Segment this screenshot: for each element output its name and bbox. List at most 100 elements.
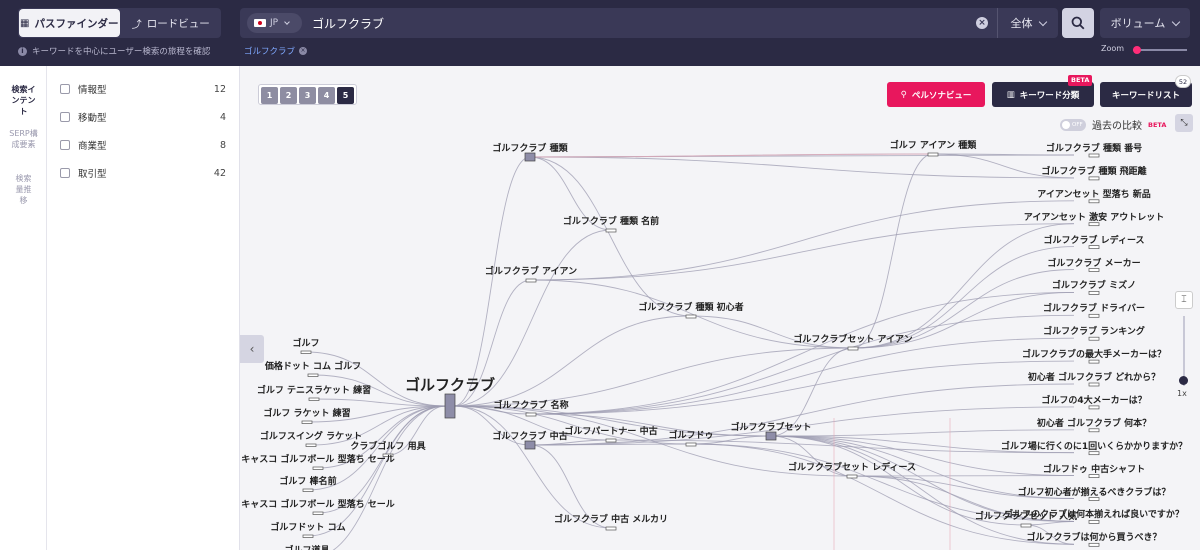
keyword-node-label[interactable]: ゴルフクラブ 中古 — [492, 429, 567, 442]
remove-tag-icon[interactable]: × — [299, 47, 308, 55]
keyword-node-label[interactable]: ゴルフクラブ ドライバー — [1043, 301, 1145, 314]
keyword-node-label[interactable]: ゴルフクラブ 名称 — [493, 398, 568, 411]
keyword-node-label[interactable]: アイアンセット 型落ち 新品 — [1037, 187, 1150, 200]
pathfinder-graph[interactable]: ゴルフクラブ ゴルフクラブ 種類 ゴルフクラブ 種類 名前 ゴルフクラブ アイアン ゴル… — [240, 66, 1200, 550]
keyword-node-label[interactable]: ゴルフクラブの最大手メーカーは？ — [1022, 347, 1166, 360]
keyword-node[interactable] — [302, 534, 314, 538]
keyword-node-label[interactable]: ゴルフクラブ 種類 飛距離 — [1041, 164, 1146, 177]
keyword-node-label[interactable]: ゴルフパートナー 中古 — [564, 424, 657, 437]
tab-pathfinder[interactable]: ▦ パスファインダー — [19, 9, 120, 37]
keyword-node-label[interactable]: ゴルフクラブセット レディース — [788, 460, 916, 473]
keyword-node[interactable] — [685, 442, 697, 447]
filter-navigational[interactable]: 移動型 4 — [60, 110, 226, 124]
keyword-node[interactable] — [1088, 268, 1100, 272]
keyword-node[interactable] — [1088, 497, 1100, 501]
keyword-node[interactable] — [1020, 523, 1032, 528]
checkbox[interactable] — [60, 168, 70, 178]
page-button[interactable]: 3 — [299, 87, 316, 104]
page-button[interactable]: 2 — [280, 87, 297, 104]
keyword-node-label[interactable]: ゴルフ ラケット 練習 — [263, 406, 350, 419]
keyword-node-label[interactable]: ゴルフのクラブは何本揃えれば良いですか？ — [1004, 507, 1184, 520]
keyword-node-label[interactable]: ゴルフスイング ラケット — [260, 429, 362, 442]
keyword-node[interactable] — [1088, 405, 1100, 410]
page-button[interactable]: 1 — [261, 87, 278, 104]
clear-icon[interactable]: × — [976, 17, 988, 29]
keyword-node[interactable] — [765, 431, 777, 441]
keyword-node-label[interactable]: ゴルフ 棒名前 — [279, 474, 336, 487]
keyword-node-label[interactable]: ゴルフクラブセット — [730, 420, 811, 433]
keyword-node[interactable] — [524, 152, 536, 162]
keyword-node-label[interactable]: ゴルフクラブ メーカー — [1047, 256, 1140, 269]
keyword-node[interactable] — [312, 466, 324, 470]
keyword-node-label[interactable]: 初心者 ゴルフクラブ どれから？ — [1028, 370, 1160, 383]
zoom-slider-handle[interactable] — [1133, 46, 1141, 54]
keyword-node-label[interactable]: ゴルフクラブ アイアン — [485, 264, 577, 277]
keyword-node-label[interactable]: ゴルフドゥ — [668, 428, 713, 441]
metric-dropdown[interactable]: ボリューム — [1100, 8, 1190, 38]
keyword-node-label[interactable]: アイアンセット 激安 アウトレット — [1024, 210, 1164, 223]
page-button-active[interactable]: 5 — [337, 87, 354, 104]
rail-item-serp[interactable]: SERP構成要素 — [0, 128, 47, 150]
keyword-node[interactable] — [605, 228, 617, 233]
keyword-node-label[interactable]: ゴルフクラブ ランキング — [1043, 324, 1145, 337]
zoom-slider[interactable] — [1133, 49, 1187, 51]
keyword-node[interactable] — [308, 397, 320, 401]
keyword-node[interactable] — [605, 526, 617, 531]
active-keyword-tag[interactable]: ゴルフクラブ × — [244, 45, 308, 57]
chevron-left-icon[interactable]: ‹ — [240, 335, 264, 363]
keyword-node[interactable] — [302, 488, 314, 492]
keyword-node-label[interactable]: 初心者 ゴルフクラブ 何本？ — [1037, 416, 1151, 429]
collapse-icon[interactable]: ⤡ — [1175, 114, 1193, 132]
keyword-node-label[interactable]: ゴルフクラブセット アイアン — [793, 332, 912, 345]
keyword-node[interactable] — [846, 474, 858, 479]
rail-item-volume-trend[interactable]: 検索量推移 — [0, 173, 47, 206]
keyword-node-label[interactable]: ゴルフドット コム — [270, 520, 345, 533]
keyword-node[interactable] — [1088, 542, 1100, 547]
keyword-node[interactable] — [1088, 451, 1100, 456]
keyword-node[interactable] — [685, 314, 697, 319]
filter-transactional[interactable]: 取引型 42 — [60, 166, 226, 180]
keyword-node-label[interactable]: キャスコ ゴルフボール 型落ち セール — [241, 497, 394, 510]
keyword-node-label[interactable]: ゴルフ初心者が揃えるべきクラブは？ — [1018, 485, 1171, 498]
keyword-node[interactable] — [305, 443, 317, 447]
keyword-node[interactable] — [1088, 199, 1100, 204]
keyword-node[interactable] — [1088, 313, 1100, 318]
keyword-node-label[interactable]: ゴルフ テニスラケット 練習 — [257, 383, 371, 396]
keyword-node[interactable] — [1088, 222, 1100, 227]
search-button[interactable] — [1062, 8, 1094, 38]
vertical-zoom-handle[interactable] — [1179, 376, 1188, 385]
keyword-node[interactable] — [847, 346, 859, 351]
hub-node[interactable] — [444, 393, 456, 419]
keyword-node-label[interactable]: ゴルフクラブ 種類 — [492, 141, 567, 154]
tab-roadview[interactable]: ⤴ ロードビュー — [121, 8, 222, 38]
keyword-node-label[interactable]: ゴルフドゥ 中古シャフト — [1043, 462, 1145, 475]
keyword-node[interactable] — [1088, 336, 1100, 341]
checkbox[interactable] — [60, 112, 70, 122]
keyword-node-label[interactable]: ゴルフ道具 — [284, 543, 329, 550]
keyword-node-label[interactable]: ゴルフの4大メーカーは？ — [1041, 393, 1146, 406]
hub-node-label[interactable]: ゴルフクラブ — [405, 374, 495, 395]
keyword-node[interactable] — [1088, 428, 1100, 433]
keyword-node-label[interactable]: ゴルフクラブは何から買うべき？ — [1026, 530, 1161, 543]
keyword-node[interactable] — [1088, 153, 1100, 158]
keyword-node[interactable] — [524, 440, 536, 450]
keyword-node-label[interactable]: ゴルフ — [292, 336, 319, 349]
keyword-input[interactable] — [312, 8, 972, 38]
keyword-node[interactable] — [1088, 520, 1100, 524]
filter-informational[interactable]: 情報型 12 — [60, 82, 226, 96]
keyword-node[interactable] — [300, 350, 312, 354]
country-selector[interactable]: JP — [247, 13, 302, 33]
keyword-node[interactable] — [307, 373, 319, 377]
keyword-node-label[interactable]: ゴルフ アイアン 種類 — [890, 138, 976, 151]
keyword-node[interactable] — [1088, 382, 1100, 387]
checkbox[interactable] — [60, 140, 70, 150]
keyword-node-label[interactable]: ゴルフクラブ 種類 番号 — [1046, 141, 1142, 154]
keyword-node[interactable] — [1088, 359, 1100, 364]
scope-dropdown[interactable]: 全体 — [997, 8, 1058, 38]
keyword-node-label[interactable]: ゴルフクラブ 中古 メルカリ — [554, 512, 668, 525]
keyword-node-label[interactable]: 価格ドット コム ゴルフ — [265, 359, 361, 372]
keyword-node[interactable] — [1088, 474, 1100, 478]
keyword-node[interactable] — [525, 412, 537, 417]
keyword-node[interactable] — [1088, 245, 1100, 249]
keyword-node-label[interactable]: ゴルフ場に行くのに1回いくらかかりますか？ — [1001, 439, 1187, 452]
